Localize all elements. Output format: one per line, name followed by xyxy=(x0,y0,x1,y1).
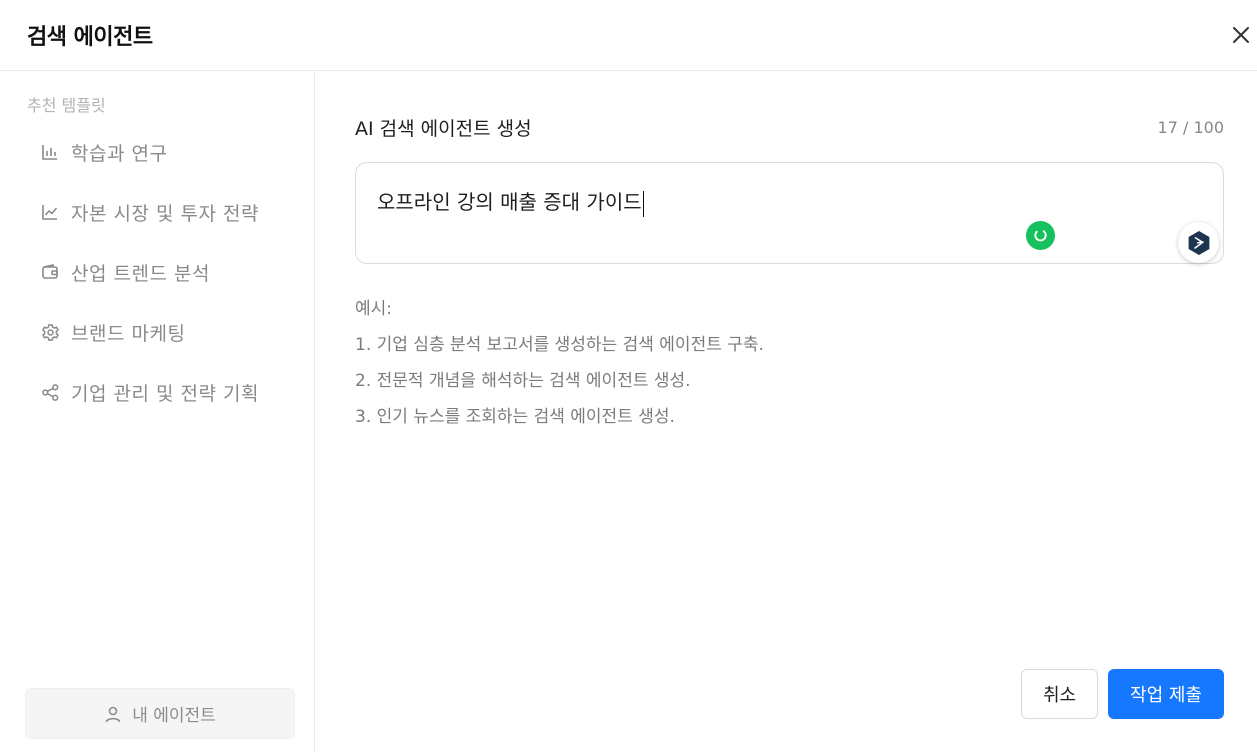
agent-prompt-input[interactable]: 오프라인 강의 매출 증대 가이드 xyxy=(355,162,1224,264)
sidebar-item-label: 기업 관리 및 전략 기획 xyxy=(71,382,259,405)
example-item: 2. 전문적 개념을 해석하는 검색 에이전트 생성. xyxy=(355,371,691,391)
sidebar-item-industry-trend[interactable]: 산업 트렌드 분석 xyxy=(40,256,210,288)
close-button[interactable] xyxy=(1226,20,1256,50)
examples-title: 예시: xyxy=(355,299,393,319)
sidebar-heading: 추천 템플릿 xyxy=(27,96,106,115)
field-label: AI 검색 에이전트 생성 xyxy=(355,118,532,140)
examples-section: 예시: 1. 기업 심층 분석 보고서를 생성하는 검색 에이전트 구축. 2.… xyxy=(355,291,764,435)
example-item: 1. 기업 심층 분석 보고서를 생성하는 검색 에이전트 구축. xyxy=(355,335,764,355)
submit-button[interactable]: 작업 제출 xyxy=(1108,669,1224,719)
gear-icon xyxy=(40,322,60,342)
search-agent-dialog: 검색 에이전트 추천 템플릿 학습과 연구 자본 시장 및 투자 전략 산업 트… xyxy=(0,0,1257,752)
char-count: 17 / 100 xyxy=(1157,118,1224,137)
user-icon xyxy=(105,706,121,722)
wallet-icon xyxy=(40,262,60,282)
line-chart-icon xyxy=(40,202,60,222)
sidebar-item-label: 학습과 연구 xyxy=(71,142,168,165)
sidebar-item-label: 산업 트렌드 분석 xyxy=(71,262,210,285)
sidebar-item-corporate-strategy[interactable]: 기업 관리 및 전략 기획 xyxy=(40,376,259,408)
sidebar-item-capital-market[interactable]: 자본 시장 및 투자 전략 xyxy=(40,196,259,228)
text-caret xyxy=(642,190,644,217)
grammar-check-icon[interactable] xyxy=(1026,221,1055,250)
close-icon xyxy=(1233,27,1249,43)
input-value: 오프라인 강의 매출 증대 가이드 xyxy=(377,190,642,214)
cancel-button[interactable]: 취소 xyxy=(1021,669,1098,719)
sidebar-item-brand-marketing[interactable]: 브랜드 마케팅 xyxy=(40,316,185,348)
assistant-extension-icon[interactable] xyxy=(1178,222,1219,263)
sidebar-item-study-research[interactable]: 학습과 연구 xyxy=(40,136,167,168)
bar-chart-icon xyxy=(40,142,60,162)
sidebar-item-label: 자본 시장 및 투자 전략 xyxy=(71,202,259,225)
input-text[interactable]: 오프라인 강의 매출 증대 가이드 xyxy=(377,186,644,217)
my-agent-button[interactable]: 내 에이전트 xyxy=(25,688,295,739)
example-item: 3. 인기 뉴스를 조회하는 검색 에이전트 생성. xyxy=(355,407,675,427)
my-agent-label: 내 에이전트 xyxy=(132,706,216,726)
dialog-header: 검색 에이전트 xyxy=(0,0,1257,71)
share-icon xyxy=(40,382,60,402)
sidebar: 추천 템플릿 학습과 연구 자본 시장 및 투자 전략 산업 트렌드 분석 브랜… xyxy=(0,72,315,752)
dialog-title: 검색 에이전트 xyxy=(27,25,153,50)
sidebar-item-label: 브랜드 마케팅 xyxy=(71,322,186,345)
